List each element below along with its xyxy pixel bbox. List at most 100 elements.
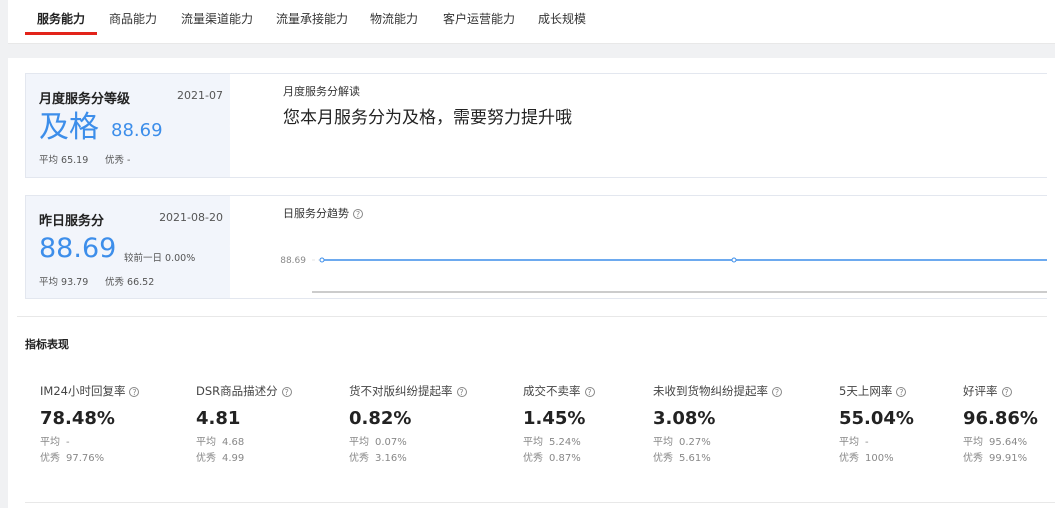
- indicator-avg-label: 平均: [839, 437, 859, 448]
- tab-traffic-channel[interactable]: 流量渠道能力: [181, 0, 253, 35]
- indicator-avg-label: 平均: [963, 437, 983, 448]
- indicator-label-text: 好评率: [963, 384, 998, 398]
- indicator-label: DSR商品描述分?: [196, 383, 292, 399]
- indicator-label-text: DSR商品描述分: [196, 384, 278, 398]
- indicator-value: 0.82%: [349, 408, 412, 429]
- tab-traffic-conversion[interactable]: 流量承接能力: [276, 0, 348, 35]
- indicator-avg: 平均 -: [839, 435, 914, 451]
- indicator-excellent: 优秀 0.87%: [523, 451, 595, 467]
- divider: [17, 316, 1047, 317]
- indicator-item: 未收到货物纠纷提起率? 3.08% 平均 0.27% 优秀 5.61%: [653, 383, 782, 467]
- indicator-value: 78.48%: [40, 408, 115, 429]
- indicator-excellent-value: 3.16%: [375, 453, 407, 464]
- indicator-avg: 平均 5.24%: [523, 435, 595, 451]
- indicator-excellent-label: 优秀: [839, 453, 859, 464]
- indicator-avg-label: 平均: [653, 437, 673, 448]
- indicator-excellent-value: 0.87%: [549, 453, 581, 464]
- active-tab-indicator: [25, 32, 97, 35]
- help-icon[interactable]: ?: [129, 386, 140, 397]
- indicator-excellent-value: 5.61%: [679, 453, 711, 464]
- daily-excellent: 优秀 66.52: [105, 274, 154, 288]
- indicator-avg-value: 0.27%: [679, 437, 711, 448]
- help-icon[interactable]: ?: [1001, 386, 1012, 397]
- indicator-item: 成交不卖率? 1.45% 平均 5.24% 优秀 0.87%: [523, 383, 595, 467]
- daily-score-date: 2021-08-20: [159, 211, 223, 224]
- indicator-avg-label: 平均: [349, 437, 369, 448]
- data-point[interactable]: [731, 257, 737, 263]
- indicator-label: 货不对版纠纷提起率?: [349, 383, 467, 399]
- indicator-avg-value: 95.64%: [989, 437, 1028, 448]
- daily-avg-label: 平均: [39, 277, 59, 288]
- indicator-excellent: 优秀 3.16%: [349, 451, 467, 467]
- y-tick-label: 88.69: [280, 256, 306, 266]
- indicator-avg-label: 平均: [196, 437, 216, 448]
- indicator-avg: 平均 -: [40, 435, 139, 451]
- daily-score-value: 88.69: [39, 233, 117, 264]
- indicator-avg: 平均 95.64%: [963, 435, 1038, 451]
- indicator-excellent-value: 4.99: [222, 453, 245, 464]
- daily-compare: 较前一日 0.00%: [124, 250, 195, 264]
- indicator-excellent: 优秀 100%: [839, 451, 914, 467]
- indicators-title: 指标表现: [25, 338, 69, 351]
- interpretation-text: 您本月服务分为及格，需要努力提升哦: [283, 108, 572, 128]
- daily-compare-label: 较前一日: [124, 253, 163, 264]
- trend-chart: 88.69: [280, 256, 1047, 293]
- daily-compare-value: 0.00%: [165, 253, 196, 264]
- indicator-item: 5天上网率? 55.04% 平均 - 优秀 100%: [839, 383, 914, 467]
- indicator-label-text: 成交不卖率: [523, 384, 581, 398]
- indicator-excellent-label: 优秀: [523, 453, 543, 464]
- help-icon[interactable]: ?: [896, 386, 907, 397]
- indicator-item: 货不对版纠纷提起率? 0.82% 平均 0.07% 优秀 3.16%: [349, 383, 467, 467]
- help-icon[interactable]: ?: [584, 386, 595, 397]
- monthly-grade: 及格: [39, 110, 99, 145]
- daily-excellent-label: 优秀: [105, 277, 125, 288]
- indicator-excellent-label: 优秀: [963, 453, 983, 464]
- indicator-avg: 平均 0.27%: [653, 435, 782, 451]
- indicator-avg-value: 0.07%: [375, 437, 407, 448]
- monthly-score-date: 2021-07: [177, 89, 223, 102]
- indicator-avg: 平均 0.07%: [349, 435, 467, 451]
- indicator-value: 96.86%: [963, 408, 1038, 429]
- monthly-excellent-label: 优秀: [105, 155, 125, 166]
- monthly-avg: 平均 65.19: [39, 152, 88, 166]
- indicator-label-text: 货不对版纠纷提起率: [349, 384, 453, 398]
- indicator-label: IM24小时回复率?: [40, 383, 140, 399]
- help-icon[interactable]: ?: [281, 386, 292, 397]
- indicator-excellent: 优秀 97.76%: [40, 451, 139, 467]
- tab-customer-ops[interactable]: 客户运营能力: [443, 0, 515, 35]
- indicator-item: DSR商品描述分? 4.81 平均 4.68 优秀 4.99: [196, 383, 292, 467]
- indicator-item: 好评率? 96.86% 平均 95.64% 优秀 99.91%: [963, 383, 1038, 467]
- indicator-avg-value: 4.68: [222, 437, 245, 448]
- tab-product[interactable]: 商品能力: [109, 0, 157, 35]
- monthly-excellent: 优秀 -: [105, 152, 130, 166]
- indicator-label: 成交不卖率?: [523, 383, 595, 399]
- help-icon[interactable]: ?: [772, 386, 782, 397]
- daily-trend: 日服务分趋势? 88.69: [230, 195, 1047, 299]
- indicator-excellent-value: 99.91%: [989, 453, 1028, 464]
- indicator-label-text: 5天上网率: [839, 384, 893, 398]
- indicator-excellent-value: 100%: [865, 453, 894, 464]
- indicator-label-text: 未收到货物纠纷提起率: [653, 384, 768, 398]
- indicator-excellent-value: 97.76%: [66, 453, 105, 464]
- indicator-label-text: IM24小时回复率: [40, 384, 126, 398]
- indicator-avg-value: -: [66, 437, 70, 448]
- monthly-avg-value: 65.19: [61, 155, 89, 166]
- indicator-item: IM24小时回复率? 78.48% 平均 - 优秀 97.76%: [40, 383, 140, 467]
- tab-logistics[interactable]: 物流能力: [370, 0, 418, 35]
- tab-service[interactable]: 服务能力: [37, 0, 85, 35]
- data-point[interactable]: [319, 257, 325, 263]
- daily-score-card: 昨日服务分 2021-08-20 88.69 较前一日 0.00% 平均 93.…: [25, 195, 237, 299]
- monthly-excellent-value: -: [127, 155, 131, 166]
- indicator-value: 1.45%: [523, 408, 586, 429]
- indicator-label: 5天上网率?: [839, 383, 914, 399]
- help-icon[interactable]: ?: [456, 386, 467, 397]
- daily-avg-value: 93.79: [61, 277, 89, 288]
- tab-growth[interactable]: 成长规模: [538, 0, 586, 35]
- monthly-interpretation: 月度服务分解读 您本月服务分为及格，需要努力提升哦: [230, 73, 1047, 178]
- indicator-excellent-label: 优秀: [196, 453, 216, 464]
- indicator-avg: 平均 4.68: [196, 435, 292, 451]
- bottom-divider: [25, 502, 1055, 503]
- daily-score-title: 昨日服务分: [39, 214, 105, 229]
- indicator-avg-label: 平均: [523, 437, 543, 448]
- indicator-excellent: 优秀 99.91%: [963, 451, 1038, 467]
